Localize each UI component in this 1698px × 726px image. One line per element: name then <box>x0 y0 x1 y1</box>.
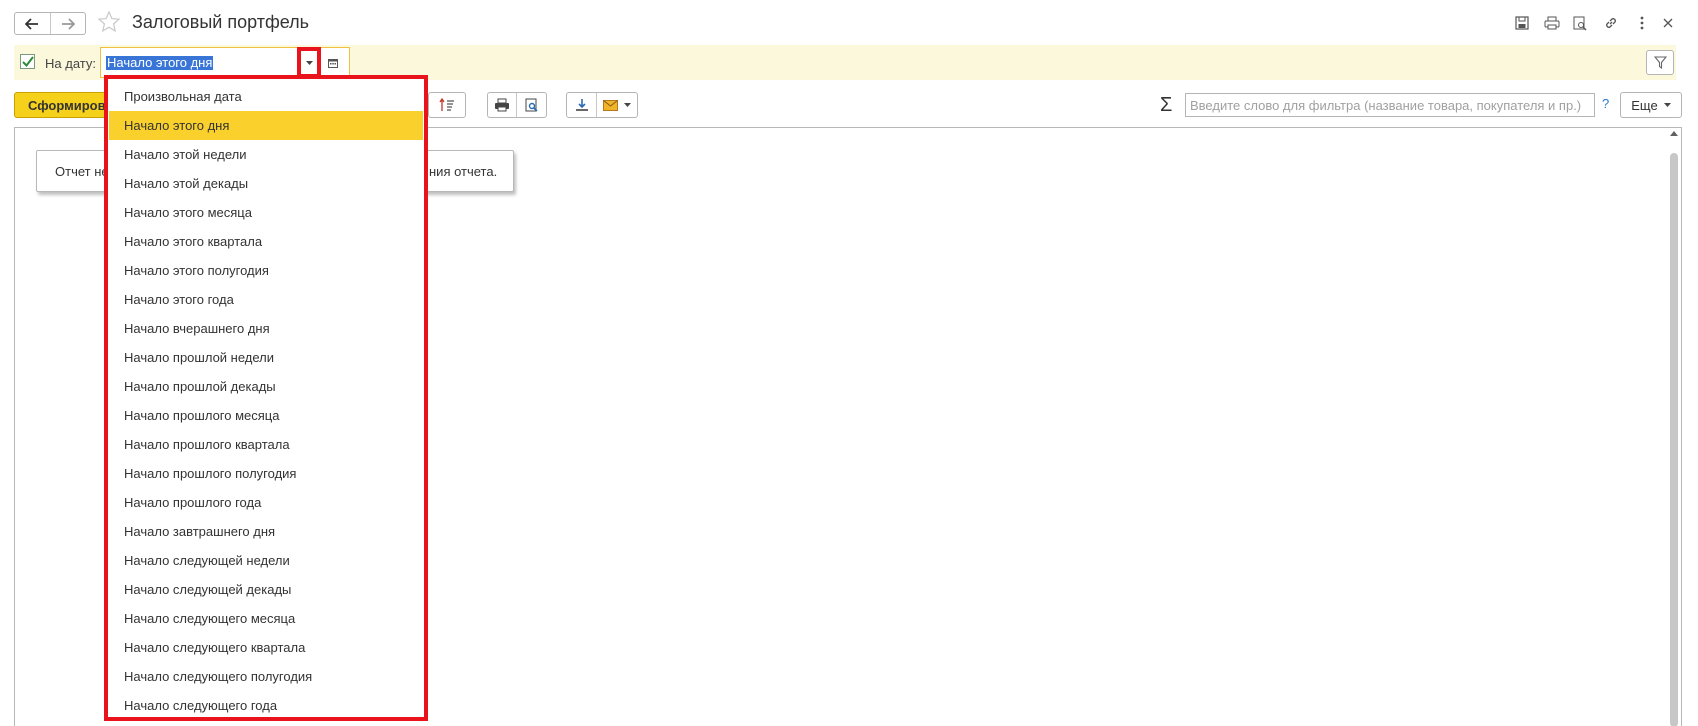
notice-text-right: ния отчета. <box>429 164 498 179</box>
settings-filter-button[interactable] <box>1646 50 1674 75</box>
navigation-buttons <box>14 12 86 35</box>
dropdown-item[interactable]: Начало вчерашнего дня <box>109 314 423 343</box>
scroll-thumb[interactable] <box>1670 153 1678 726</box>
dropdown-item[interactable]: Начало этого полугодия <box>109 256 423 285</box>
notice-text-left: Отчет не <box>55 164 109 179</box>
chevron-down-icon <box>1663 103 1671 107</box>
preview-icon <box>525 98 538 112</box>
vertical-scrollbar[interactable] <box>1667 128 1681 726</box>
dropdown-item[interactable]: Начало этого дня <box>109 111 423 140</box>
save-to-file-button[interactable] <box>567 93 597 117</box>
favorite-star-icon[interactable] <box>97 10 121 37</box>
dropdown-item[interactable]: Начало этого года <box>109 285 423 314</box>
more-button-label: Еще <box>1631 97 1658 113</box>
preview-icon[interactable] <box>1569 12 1591 34</box>
dropdown-item[interactable]: Начало прошлого года <box>109 488 423 517</box>
checkmark-icon <box>21 56 34 67</box>
print-group <box>487 92 547 118</box>
more-button[interactable]: Еще <box>1620 92 1682 118</box>
print-button[interactable] <box>488 93 517 117</box>
dropdown-item[interactable]: Начало этой недели <box>109 140 423 169</box>
dropdown-item[interactable]: Начало следующего месяца <box>109 604 423 633</box>
more-vertical-icon[interactable] <box>1631 12 1653 34</box>
forward-button[interactable] <box>49 13 86 34</box>
chevron-down-icon <box>624 103 631 107</box>
calendar-icon <box>328 59 338 68</box>
dropdown-item[interactable]: Начало следующего года <box>109 691 423 720</box>
sort-icon <box>439 98 454 111</box>
dropdown-item[interactable]: Начало прошлого полугодия <box>109 459 423 488</box>
print-icon[interactable] <box>1541 12 1563 34</box>
dropdown-item[interactable]: Начало этого месяца <box>109 198 423 227</box>
date-label: На дату: <box>45 56 96 71</box>
dropdown-item[interactable]: Начало прошлой недели <box>109 343 423 372</box>
sum-icon[interactable]: Σ <box>1160 92 1172 118</box>
date-variant-dropdown: Произвольная дата Начало этого дня Начало … <box>104 75 428 721</box>
dropdown-item[interactable]: Начало этой декады <box>109 169 423 198</box>
sort-button[interactable] <box>428 92 466 118</box>
date-dropdown-button[interactable] <box>297 47 321 78</box>
send-email-button[interactable] <box>597 93 637 117</box>
dropdown-item[interactable]: Произвольная дата <box>109 82 423 111</box>
print-icon <box>495 98 509 112</box>
funnel-icon <box>1653 56 1667 69</box>
preview-button[interactable] <box>517 93 546 117</box>
back-button[interactable] <box>15 13 50 34</box>
arrow-left-icon <box>25 17 39 30</box>
help-link[interactable]: ? <box>1602 96 1609 111</box>
dropdown-item[interactable]: Начало завтрашнего дня <box>109 517 423 546</box>
filter-input[interactable] <box>1185 93 1595 117</box>
save-icon[interactable] <box>1511 12 1533 34</box>
arrow-right-icon <box>61 17 75 30</box>
date-variant-list: Произвольная дата Начало этого дня Начало … <box>109 82 423 720</box>
dropdown-item[interactable]: Начало этого квартала <box>109 227 423 256</box>
chevron-down-icon <box>305 60 313 65</box>
scroll-up-icon[interactable] <box>1670 131 1678 136</box>
page-title: Залоговый портфель <box>132 12 310 32</box>
envelope-icon <box>603 99 618 111</box>
calendar-button[interactable] <box>323 53 343 73</box>
download-icon <box>575 99 588 111</box>
dropdown-item[interactable]: Начало следующего квартала <box>109 633 423 662</box>
dropdown-item[interactable]: Начало прошлого квартала <box>109 430 423 459</box>
date-input-value: Начало этого дня <box>106 55 214 70</box>
close-icon[interactable] <box>1657 12 1679 34</box>
date-checkbox[interactable] <box>20 54 35 69</box>
dropdown-item[interactable]: Начало следующей недели <box>109 546 423 575</box>
date-input[interactable]: Начало этого дня <box>100 47 350 78</box>
dropdown-item[interactable]: Начало прошлой декады <box>109 372 423 401</box>
dropdown-item[interactable]: Начало следующей декады <box>109 575 423 604</box>
dropdown-item[interactable]: Начало следующего полугодия <box>109 662 423 691</box>
link-icon[interactable] <box>1600 12 1622 34</box>
export-group <box>566 92 638 118</box>
dropdown-item[interactable]: Начало прошлого месяца <box>109 401 423 430</box>
